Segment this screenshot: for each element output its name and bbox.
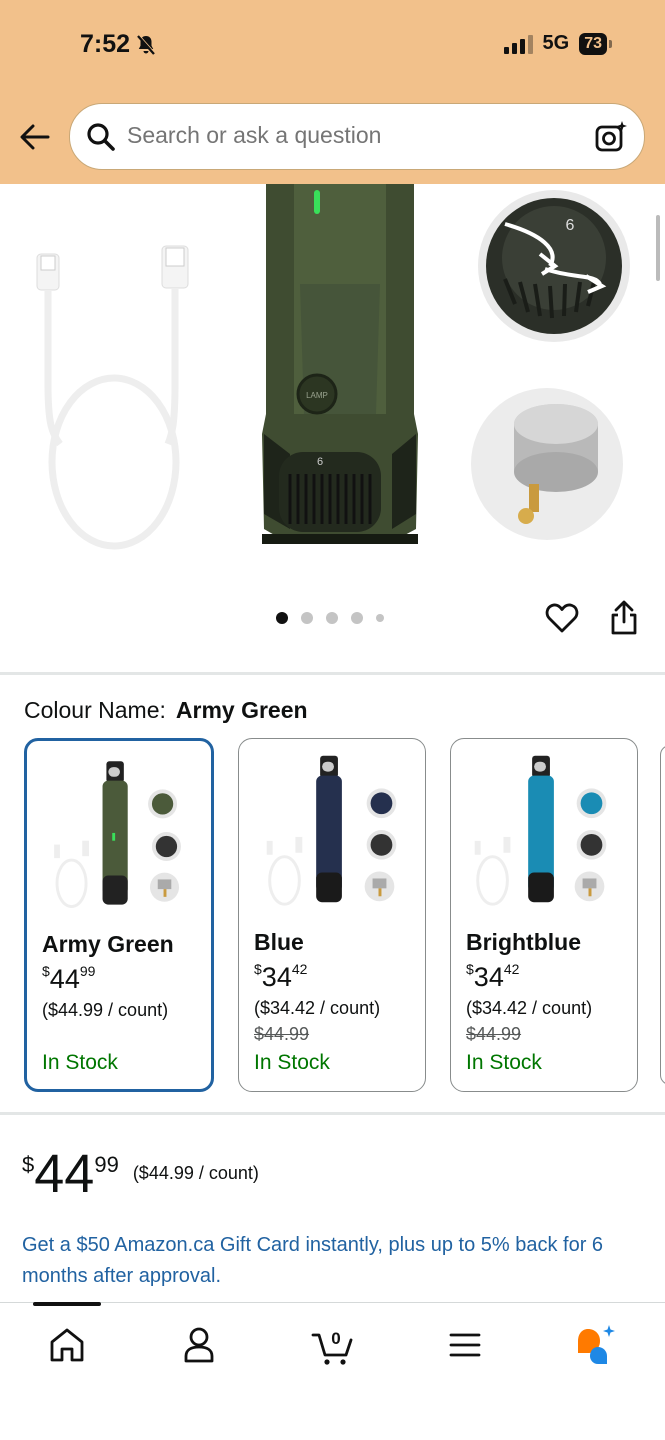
- search-input[interactable]: [127, 122, 567, 149]
- variant-unit-price: ($34.42 / count): [466, 998, 593, 1018]
- nail-grinder-image: LAMP 6: [262, 184, 418, 544]
- camera-lens-icon[interactable]: [594, 120, 628, 154]
- variant-price: $4499: [42, 963, 96, 994]
- active-tab-indicator: [33, 1302, 101, 1306]
- variant-name: Army Green: [42, 931, 174, 957]
- page-dot[interactable]: [276, 612, 288, 624]
- search-icon: [87, 123, 115, 151]
- colour-name-row: Colour Name: Army Green: [24, 697, 308, 724]
- variant-thumbnail: [266, 755, 397, 906]
- main-unit-price: ($44.99 / count): [132, 1163, 259, 1183]
- page-dot[interactable]: [301, 612, 313, 624]
- menu-icon[interactable]: [443, 1323, 487, 1367]
- svg-text:6: 6: [566, 217, 575, 234]
- dial-zoom-image: 6: [478, 190, 630, 342]
- colour-selected: Army Green: [175, 697, 308, 723]
- variant-stock: In Stock: [254, 1051, 330, 1074]
- rufus-ai-icon[interactable]: [574, 1323, 618, 1367]
- search-bar[interactable]: [69, 103, 645, 170]
- heart-icon[interactable]: [545, 602, 579, 634]
- variant-name: Brightblue: [466, 929, 581, 955]
- cart-count: 0: [331, 1329, 340, 1348]
- main-price: $ 44 99 ($44.99 / count): [22, 1144, 259, 1204]
- variant-thumbnail: [54, 761, 181, 908]
- variant-card-army-green[interactable]: Army Green $4499 ($44.99 / count) In Sto…: [24, 738, 214, 1092]
- variant-card-next[interactable]: [660, 745, 665, 1085]
- gift-card-promo-link[interactable]: Get a $50 Amazon.ca Gift Card instantly,…: [22, 1230, 642, 1292]
- product-image: LAMP 6 6: [36, 184, 630, 550]
- battery-icon: 73: [579, 32, 612, 55]
- grinding-bit-image: [471, 388, 623, 540]
- svg-text:LAMP: LAMP: [306, 391, 328, 400]
- variant-stock: In Stock: [466, 1051, 542, 1074]
- page-dot[interactable]: [326, 612, 338, 624]
- colour-label: Colour Name:: [24, 697, 166, 723]
- page-dot[interactable]: [376, 614, 384, 622]
- variant-list-price: $44.99: [254, 1024, 310, 1044]
- section-divider: [0, 1112, 665, 1115]
- gallery-page-dots[interactable]: [276, 612, 384, 624]
- variant-thumbnail: [474, 755, 607, 906]
- section-divider: [0, 672, 665, 675]
- back-arrow-icon[interactable]: [18, 122, 52, 152]
- variant-unit-price: ($34.42 / count): [254, 998, 381, 1018]
- account-icon[interactable]: [177, 1323, 221, 1367]
- svg-text:6: 6: [317, 456, 323, 468]
- page-dot[interactable]: [351, 612, 363, 624]
- network-label: 5G: [542, 32, 570, 54]
- variant-price: $3442: [254, 961, 308, 992]
- bell-muted-icon: [137, 34, 156, 55]
- variant-card-brightblue[interactable]: Brightblue $3442 ($34.42 / count) $44.99…: [450, 738, 638, 1092]
- variant-card-blue[interactable]: Blue $3442 ($34.42 / count) $44.99 In St…: [238, 738, 426, 1092]
- variant-stock: In Stock: [42, 1051, 118, 1074]
- home-icon[interactable]: [45, 1323, 89, 1367]
- variant-list-price: $44.99: [466, 1024, 522, 1044]
- cart-icon[interactable]: 0: [310, 1323, 354, 1367]
- bottom-nav: 0: [0, 1302, 665, 1440]
- variant-name: Blue: [254, 929, 304, 955]
- share-icon[interactable]: [608, 600, 640, 636]
- signal-icon: [503, 34, 533, 54]
- product-image-gallery[interactable]: LAMP 6 6: [0, 184, 665, 604]
- scroll-indicator: [656, 215, 660, 281]
- variant-price: $3442: [466, 961, 520, 992]
- status-indicators: 5G 73: [503, 32, 612, 55]
- status-time: 7:52: [80, 30, 158, 59]
- header-bar: 7:52 5G 73: [0, 0, 665, 184]
- variant-unit-price: ($44.99 / count): [42, 1000, 169, 1020]
- usb-cable-image: [36, 245, 189, 550]
